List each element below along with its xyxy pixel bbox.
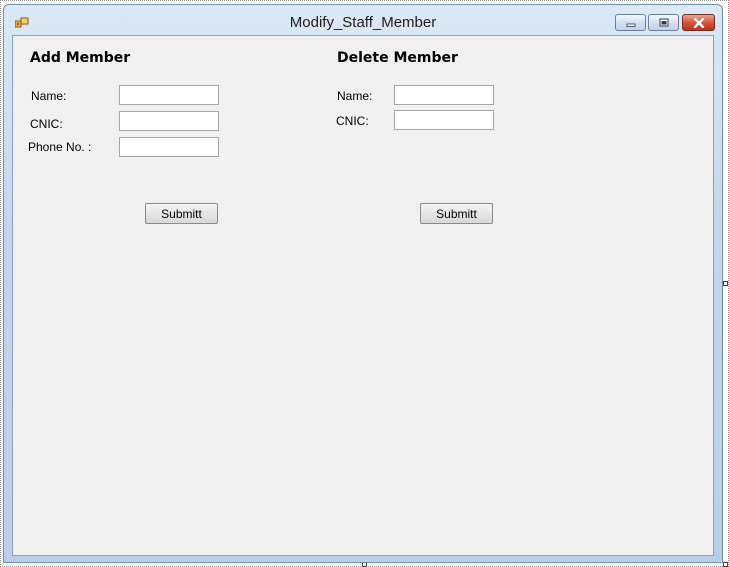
delete-submit-button[interactable]: Submitt (420, 203, 493, 224)
delete-name-input[interactable] (394, 85, 494, 105)
add-name-label: Name: (31, 89, 67, 103)
minimize-button[interactable] (615, 14, 646, 31)
maximize-icon (659, 18, 668, 27)
add-cnic-label: CNIC: (30, 117, 63, 131)
add-name-input[interactable] (119, 85, 219, 105)
delete-name-label: Name: (337, 89, 373, 103)
form-window: Modify_Staff_Member Add Member Name: CNI… (3, 4, 723, 563)
add-submit-button[interactable]: Submitt (145, 203, 218, 224)
title-bar[interactable]: Modify_Staff_Member (4, 5, 722, 35)
delete-cnic-label: CNIC: (336, 114, 369, 128)
add-cnic-input[interactable] (119, 111, 219, 131)
resize-handle-corner[interactable] (723, 562, 728, 567)
close-button[interactable] (682, 14, 715, 31)
resize-handle-right[interactable] (723, 281, 728, 286)
delete-cnic-input[interactable] (394, 110, 494, 130)
minimize-icon (626, 23, 635, 27)
maximize-button[interactable] (648, 14, 679, 31)
add-member-heading: Add Member (30, 50, 131, 66)
delete-member-heading: Delete Member (337, 50, 458, 66)
add-phone-input[interactable] (119, 137, 219, 157)
add-phone-label: Phone No. : (28, 140, 92, 154)
form-client-area: Add Member Name: CNIC: Phone No. : Submi… (12, 35, 714, 556)
close-icon (693, 17, 704, 28)
